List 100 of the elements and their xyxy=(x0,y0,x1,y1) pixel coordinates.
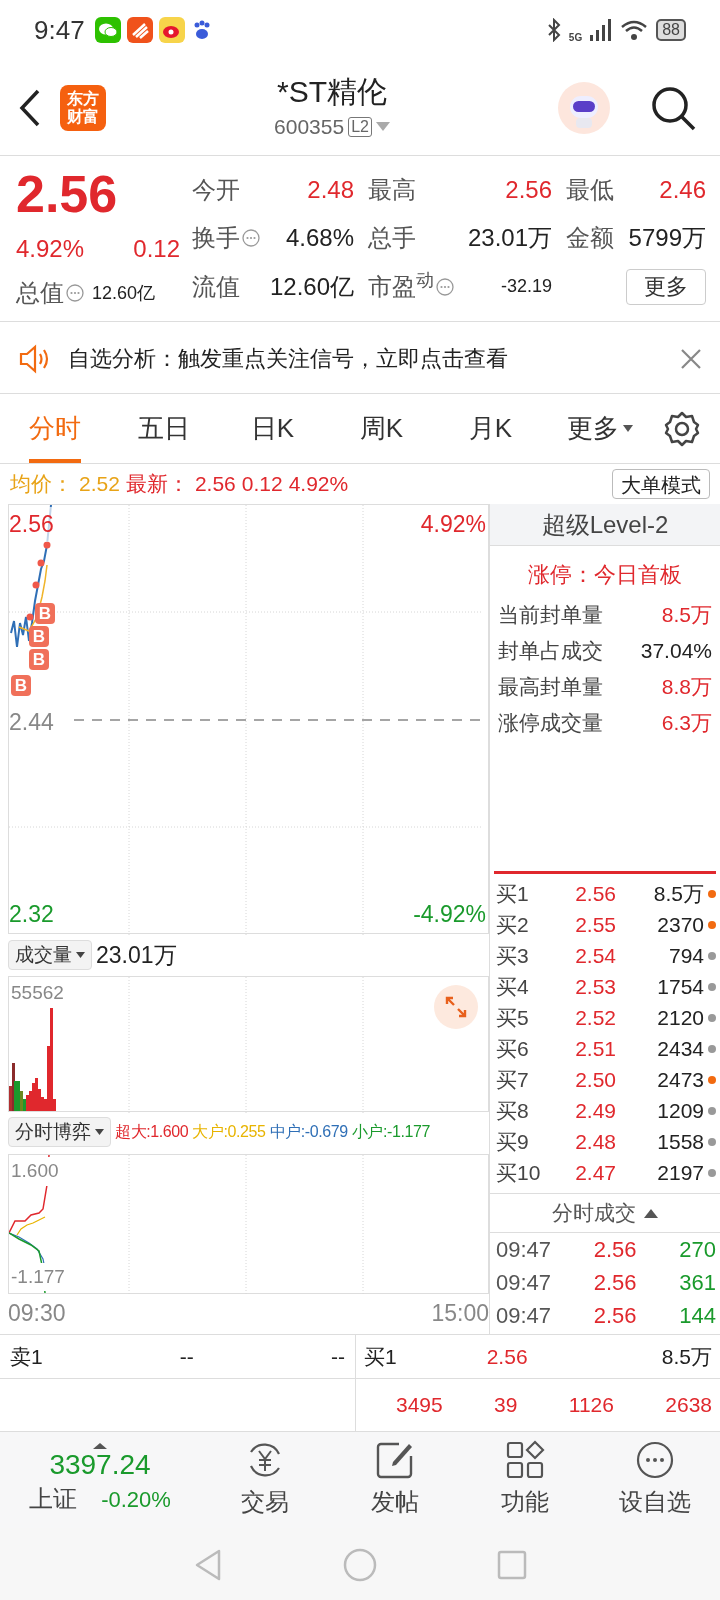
stat-label: 涨停成交量 xyxy=(498,710,603,737)
robot-avatar-icon[interactable] xyxy=(558,81,610,134)
stat-value: 12.60亿 xyxy=(92,281,156,305)
info-icon[interactable] xyxy=(66,284,84,302)
order-volume: 2434 xyxy=(656,1035,704,1062)
chart-tab[interactable]: 日K xyxy=(250,394,295,463)
order-volume: 2370 xyxy=(656,911,704,938)
nav-button[interactable]: 发帖 xyxy=(330,1432,460,1528)
trade-volume: 361 xyxy=(679,1269,716,1297)
table-cell-text: 买1 xyxy=(364,1343,397,1370)
indicator-dropdown[interactable]: 成交量 xyxy=(8,940,92,970)
info-icon[interactable] xyxy=(242,229,260,248)
stat-label: 最高 xyxy=(368,175,416,206)
chart-tab[interactable]: 更多 xyxy=(566,394,633,463)
order-level: 买9 xyxy=(496,1128,530,1155)
order-volume: 8.5万 xyxy=(652,880,704,907)
stat-value: 2.56 xyxy=(505,175,552,206)
clock: 9:47 xyxy=(34,13,85,47)
nav-button[interactable]: 设自选 xyxy=(590,1432,720,1528)
axis-label: 2.44 xyxy=(9,708,54,737)
caret-icon xyxy=(95,1128,104,1136)
chart-tab[interactable]: 周K xyxy=(359,394,404,463)
stat-value: 2.48 xyxy=(307,175,354,206)
table-cell-text: 8.5万 xyxy=(661,1343,712,1370)
order-volume: 794 xyxy=(667,942,704,969)
order-price: 2.48 xyxy=(574,1128,616,1155)
expand-icon xyxy=(445,996,467,1018)
average-value: 2.52 xyxy=(79,471,120,498)
order-volume: 1754 xyxy=(656,973,704,1000)
panel-title: 超级Level-2 xyxy=(541,509,669,540)
trade-price: 2.56 xyxy=(593,1269,637,1297)
table-cell-text: 卖1 xyxy=(10,1343,43,1370)
volume-total: 23.01万 xyxy=(96,940,177,970)
index-change: -0.20% xyxy=(101,1485,171,1514)
change-amount: 0.12 xyxy=(133,233,180,264)
time-label: 15:00 xyxy=(431,1298,489,1328)
settings-icon[interactable] xyxy=(664,410,700,447)
caret-icon[interactable] xyxy=(644,1208,658,1218)
more-button[interactable]: 更多 xyxy=(626,268,706,305)
info-icon[interactable] xyxy=(436,277,454,296)
table-cell-text: -- xyxy=(179,1343,194,1370)
order-volume: 2473 xyxy=(656,1066,704,1093)
buy-marker: B xyxy=(29,649,49,670)
buy-marker: B xyxy=(11,675,31,696)
search-icon[interactable] xyxy=(650,84,696,131)
stat-value: 2.46 xyxy=(659,175,706,206)
trade-time: 09:47 xyxy=(496,1269,552,1297)
axis-label: -1.177 xyxy=(11,1262,65,1291)
change-percent: 4.92% xyxy=(16,233,85,264)
order-level: 买5 xyxy=(496,1004,530,1031)
order-price: 2.55 xyxy=(574,911,616,938)
order-price: 2.52 xyxy=(574,1004,616,1031)
order-level: 买2 xyxy=(496,911,530,938)
caret-icon xyxy=(76,951,85,959)
order-level: 买8 xyxy=(496,1097,530,1124)
order-level: 买4 xyxy=(496,973,530,1000)
chart-tab[interactable]: 月K xyxy=(468,394,513,463)
chart-tab[interactable]: 五日 xyxy=(137,394,190,463)
app-icon xyxy=(126,17,153,43)
home-nav-icon[interactable] xyxy=(343,1548,377,1582)
stat-label: 封单占成交 xyxy=(498,638,603,665)
axis-label: 2.32 xyxy=(9,899,54,929)
last-price: 2.56 xyxy=(16,166,119,222)
stat-value: 8.5万 xyxy=(661,602,712,629)
buy-marker: B xyxy=(29,626,49,647)
edit-icon xyxy=(375,1440,415,1480)
order-price: 2.51 xyxy=(574,1035,616,1062)
app-logo: 东方 财富 xyxy=(60,84,106,131)
table-cell-text: 39 xyxy=(494,1392,518,1419)
axis-label: 4.92% xyxy=(420,510,486,539)
order-volume: 1558 xyxy=(656,1128,704,1155)
order-price: 2.56 xyxy=(574,880,616,907)
back-icon[interactable] xyxy=(18,87,42,128)
legend-value: 小户:-1.177 xyxy=(351,1122,431,1142)
close-icon[interactable] xyxy=(680,347,702,370)
legend-value: 大户:0.255 xyxy=(192,1122,266,1142)
notice-text[interactable]: 自选分析：触发重点关注信号，立即点击查看 xyxy=(68,342,664,375)
caret-icon[interactable] xyxy=(93,1443,107,1449)
latest-value: 0.12 xyxy=(241,471,283,498)
level-tag: L2 xyxy=(348,116,372,137)
stat-value: 5799万 xyxy=(628,223,706,254)
stat-value: 37.04% xyxy=(640,638,712,665)
axis-label: 1.600 xyxy=(11,1157,59,1186)
time-label: 09:30 xyxy=(8,1298,66,1328)
recents-nav-icon[interactable] xyxy=(497,1550,527,1580)
order-volume: 2120 xyxy=(656,1004,704,1031)
back-nav-icon[interactable] xyxy=(193,1548,223,1582)
nav-button[interactable]: 交易 xyxy=(200,1432,330,1528)
table-cell-text: -- xyxy=(331,1343,345,1370)
mode-button[interactable]: 大单模式 xyxy=(612,469,710,499)
order-price: 2.53 xyxy=(574,973,616,1000)
expand-button[interactable] xyxy=(434,985,478,1029)
average-label: 均价： xyxy=(10,471,73,498)
stat-label: 市盈$^{动}$ xyxy=(368,268,434,302)
stat-label: 最低 xyxy=(566,175,614,206)
indicator-dropdown[interactable]: 分时博弈 xyxy=(8,1117,111,1147)
stat-label: 总值 xyxy=(16,278,64,308)
order-level: 买7 xyxy=(496,1066,530,1093)
nav-button[interactable]: 功能 xyxy=(460,1432,590,1528)
stat-value: 8.8万 xyxy=(661,674,712,701)
